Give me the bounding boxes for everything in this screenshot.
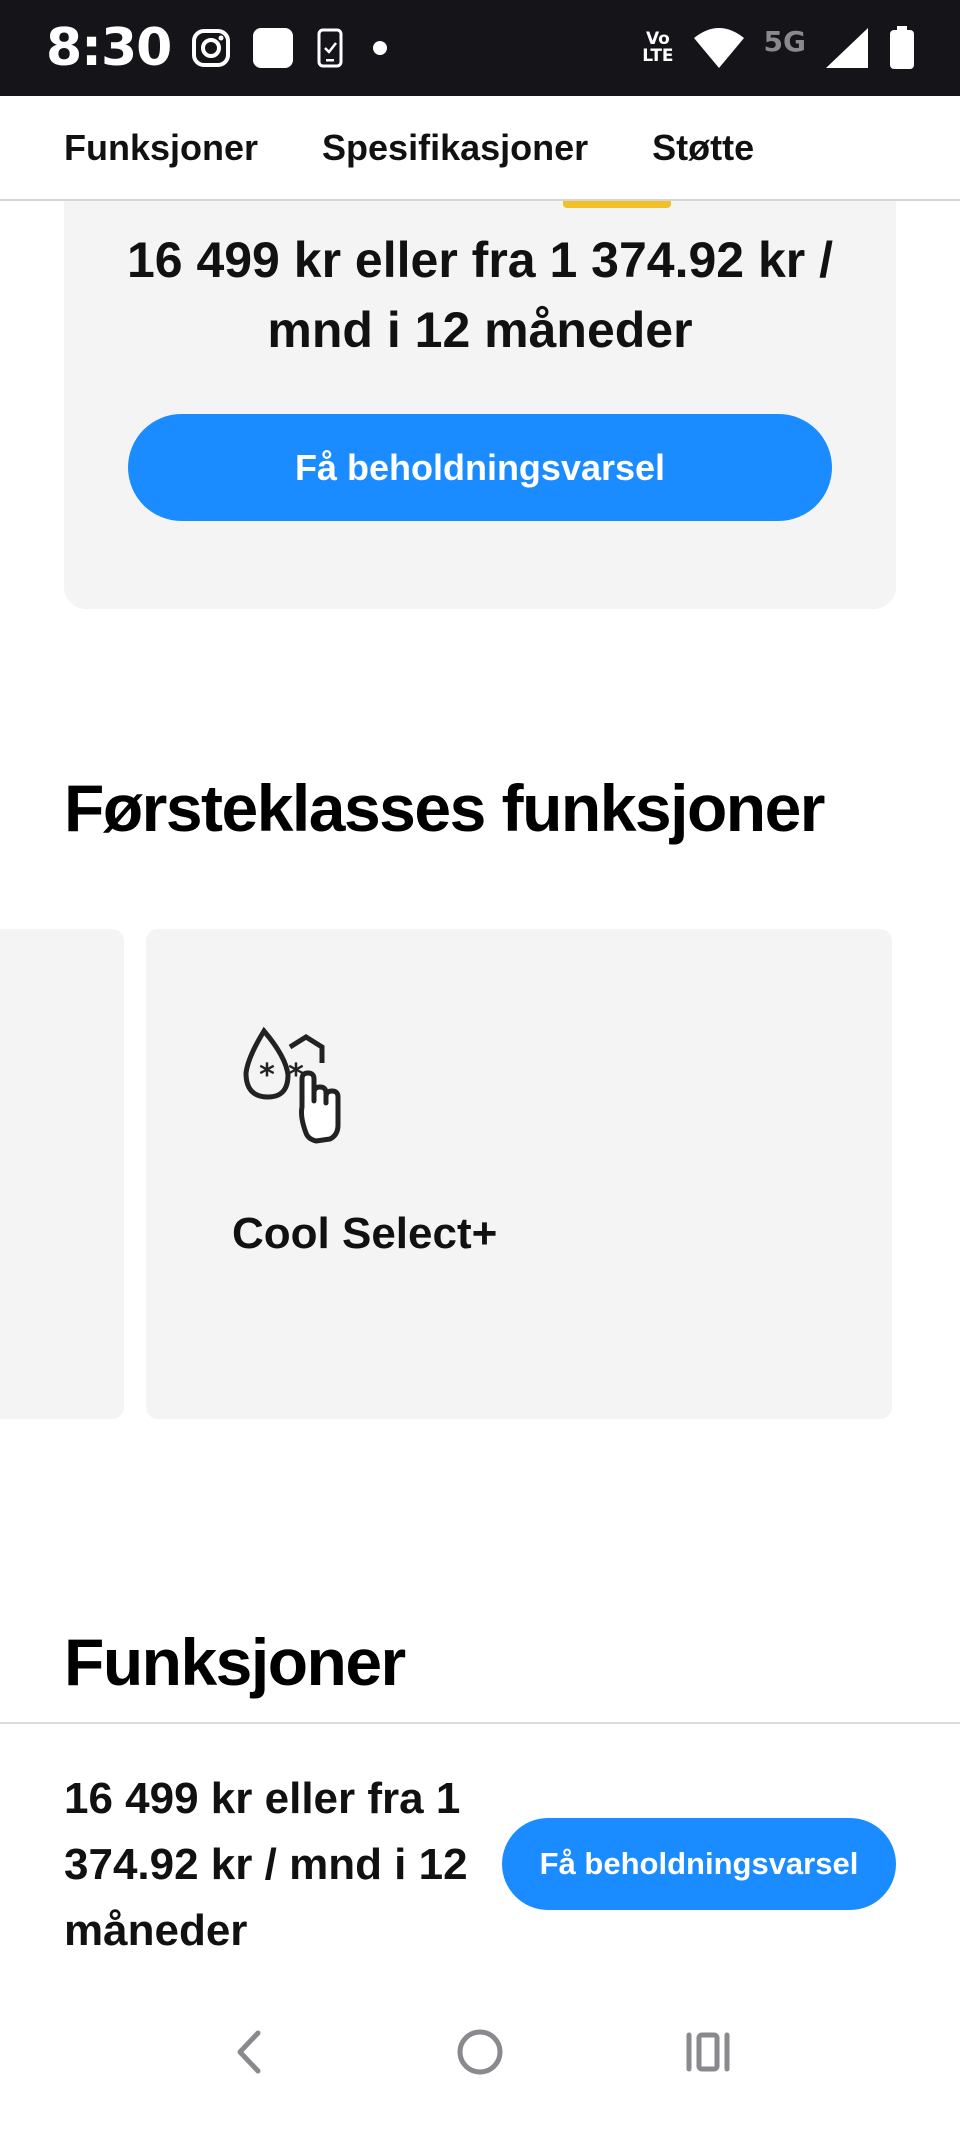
instagram-icon (191, 28, 231, 68)
status-bar: 8:30 Vo LTE 5G (0, 0, 960, 96)
battery-icon (888, 25, 916, 71)
home-icon[interactable] (440, 2012, 520, 2092)
stock-alert-button[interactable]: Få beholdningsvarsel (128, 414, 832, 521)
sticky-stock-alert-button[interactable]: Få beholdningsvarsel (502, 1818, 896, 1910)
premium-features-title: Førsteklasses funksjoner (64, 771, 826, 845)
back-icon[interactable] (210, 2012, 290, 2092)
sticky-purchase-bar: 16 499 kr eller fra 1 374.92 kr / mnd i … (0, 1722, 960, 1972)
tab-funksjoner[interactable]: Funksjoner (64, 127, 258, 169)
dot-icon (365, 38, 395, 58)
system-nav-bar (0, 1972, 960, 2133)
features-title: Funksjoner (64, 1625, 406, 1699)
feature-card-cool-select[interactable]: * * Cool Select+ (146, 929, 892, 1419)
status-right: Vo LTE 5G (642, 25, 916, 71)
volte-indicator: Vo LTE (642, 31, 673, 65)
feature-label: Cool Select+ (232, 1209, 498, 1258)
recent-apps-icon[interactable] (668, 2012, 748, 2092)
page: 8:30 Vo LTE 5G 16 499 kr eller fra 1 374… (0, 0, 960, 2133)
app-square-icon (251, 26, 295, 70)
volte-line2: LTE (642, 46, 674, 66)
price-text: 16 499 kr eller fra 1 374.92 kr / mnd i … (126, 232, 834, 358)
signal-icon (824, 26, 870, 70)
clock: 8:30 (46, 18, 172, 78)
cool-select-icon: * * (236, 1017, 366, 1147)
wifi-icon (692, 26, 746, 70)
tab-stotte[interactable]: Støtte (652, 127, 754, 169)
status-left: 8:30 (46, 18, 395, 78)
tab-bar: Funksjoner Spesifikasjoner Støtte (0, 96, 960, 201)
network-type: 5G (763, 24, 806, 58)
tab-spesifikasjoner[interactable]: Spesifikasjoner (322, 127, 588, 169)
svg-text:*: * (259, 1058, 275, 1093)
feature-card-previous[interactable] (0, 929, 124, 1419)
sticky-price-text: 16 499 kr eller fra 1 374.92 kr / mnd i … (64, 1774, 468, 1955)
phone-check-icon (315, 28, 345, 68)
